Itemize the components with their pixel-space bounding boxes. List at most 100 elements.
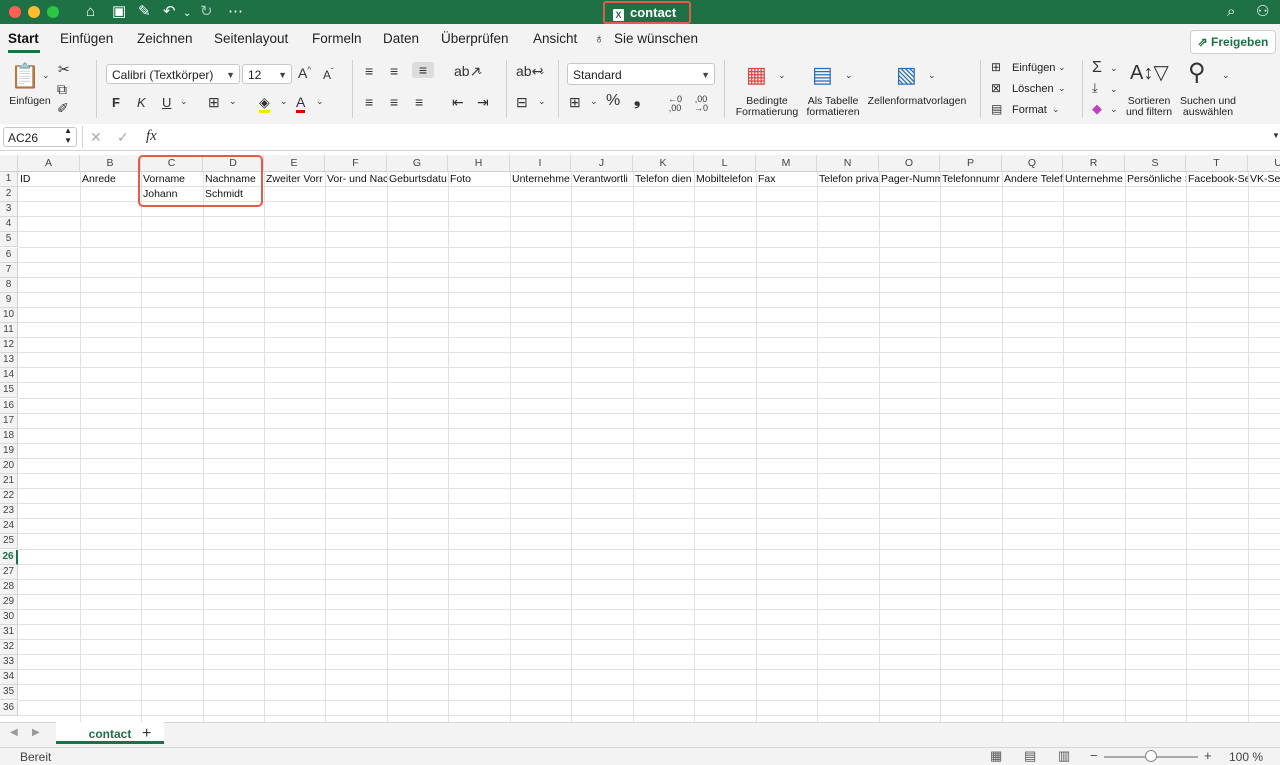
normal-view-icon[interactable]: ▦	[990, 748, 1002, 764]
decrease-font-size-icon[interactable]: Aˇ	[323, 67, 334, 82]
column-header-J[interactable]: J	[571, 155, 633, 171]
name-box[interactable]: AC26 ▲ ▼	[3, 126, 77, 147]
borders-icon[interactable]: ⊞	[208, 94, 220, 111]
row-header-32[interactable]: 32	[0, 640, 18, 656]
row-header-16[interactable]: 16	[0, 398, 18, 414]
minimize-window-button[interactable]	[28, 6, 40, 18]
fill-color-dropdown-icon[interactable]: ⌄	[280, 96, 288, 107]
row-header-1[interactable]: 1	[0, 172, 18, 188]
tab-formulas[interactable]: Formeln	[312, 31, 362, 46]
column-header-H[interactable]: H	[448, 155, 510, 171]
row-header-14[interactable]: 14	[0, 368, 18, 384]
tab-draw[interactable]: Zeichnen	[137, 31, 193, 46]
row-header-9[interactable]: 9	[0, 292, 18, 308]
row-header-5[interactable]: 5	[0, 232, 18, 248]
find-select-button[interactable]: Suchen und auswählen	[1178, 96, 1238, 118]
column-header-O[interactable]: O	[879, 155, 940, 171]
tab-start[interactable]: Start	[8, 31, 39, 46]
add-sheet-button[interactable]: +	[142, 725, 151, 743]
undo-dropdown-icon[interactable]: ⌄	[183, 4, 191, 24]
delete-cells-button[interactable]: Löschen	[1012, 84, 1054, 95]
cell-O1[interactable]: Pager-Numm	[879, 172, 940, 187]
borders-dropdown-icon[interactable]: ⌄	[229, 96, 237, 107]
tab-insert[interactable]: Einfügen	[60, 31, 113, 46]
row-header-2[interactable]: 2	[0, 187, 18, 203]
row-header-33[interactable]: 33	[0, 655, 18, 671]
row-header-31[interactable]: 31	[0, 625, 18, 641]
cell-N1[interactable]: Telefon priva	[817, 172, 879, 187]
sort-filter-icon[interactable]: A↕▽	[1130, 60, 1169, 85]
cell-styles-dropdown-icon[interactable]: ⌄	[928, 70, 936, 81]
cell-U1[interactable]: VK-Sei	[1248, 172, 1280, 187]
delete-cells-icon[interactable]: ⊠	[991, 81, 1001, 95]
currency-dropdown-icon[interactable]: ⌄	[590, 96, 598, 107]
column-header-S[interactable]: S	[1125, 155, 1186, 171]
merge-cells-icon[interactable]: ⊟	[516, 94, 528, 111]
worksheet-grid[interactable]: ABCDEFGHIJKLMNOPQRSTU 1 2 3 4 5 6 7 8 9 10 11 12 13 1…	[0, 155, 1280, 722]
search-icon[interactable]: ⌕	[1227, 2, 1235, 22]
column-header-R[interactable]: R	[1063, 155, 1125, 171]
tab-view[interactable]: Ansicht	[533, 31, 577, 46]
conditional-formatting-icon[interactable]: ▦	[746, 62, 767, 88]
more-icon[interactable]: ⋯	[228, 2, 243, 22]
align-top-icon[interactable]: ≡	[365, 63, 373, 79]
row-header-4[interactable]: 4	[0, 217, 18, 233]
page-break-view-icon[interactable]: ▥	[1058, 748, 1070, 764]
cell-J1[interactable]: Verantwortli	[571, 172, 633, 187]
row-header-10[interactable]: 10	[0, 307, 18, 323]
cell-B1[interactable]: Anrede	[80, 172, 141, 187]
next-sheet-icon[interactable]: ▶	[32, 727, 40, 738]
align-left-icon[interactable]: ≡	[365, 94, 373, 110]
conditional-formatting-button[interactable]: Bedingte Formatierung	[732, 96, 802, 118]
cut-icon[interactable]: ✂	[58, 61, 70, 78]
row-header-26[interactable]: 26	[0, 549, 18, 565]
cell-H1[interactable]: Foto	[448, 172, 510, 187]
close-window-button[interactable]	[9, 6, 21, 18]
zoom-in-button[interactable]: +	[1204, 748, 1212, 763]
page-layout-view-icon[interactable]: ▤	[1024, 748, 1036, 764]
column-header-P[interactable]: P	[940, 155, 1002, 171]
cell-S1[interactable]: Persönliche S	[1125, 172, 1186, 187]
insert-function-icon[interactable]: fx	[146, 128, 157, 145]
cell-L1[interactable]: Mobiltelefon	[694, 172, 756, 187]
wrap-dropdown-icon[interactable]: ⌄	[538, 66, 546, 77]
row-header-34[interactable]: 34	[0, 670, 18, 686]
increase-indent-icon[interactable]: ⇥	[477, 94, 489, 111]
insert-dropdown-icon[interactable]: ⌄	[1058, 62, 1066, 73]
font-name-select[interactable]: Calibri (Textkörper) ▼	[106, 64, 240, 84]
find-select-dropdown-icon[interactable]: ⌄	[1222, 70, 1230, 81]
row-header-35[interactable]: 35	[0, 685, 18, 701]
font-color-icon[interactable]: A	[296, 94, 306, 113]
align-right-icon[interactable]: ≡	[415, 94, 423, 110]
increase-decimal-icon[interactable]: ←0,00	[668, 95, 682, 113]
cell-F1[interactable]: Vor- und Nac	[325, 172, 387, 187]
formula-input[interactable]	[170, 126, 1270, 148]
row-header-12[interactable]: 12	[0, 338, 18, 354]
row-header-25[interactable]: 25	[0, 534, 18, 550]
row-header-17[interactable]: 17	[0, 413, 18, 429]
redo-icon[interactable]: ↻	[200, 2, 213, 22]
row-header-18[interactable]: 18	[0, 428, 18, 444]
cell-G1[interactable]: Geburtsdatu	[387, 172, 448, 187]
column-header-T[interactable]: T	[1186, 155, 1248, 171]
fill-icon[interactable]: ⤓	[1092, 80, 1098, 96]
column-header-F[interactable]: F	[325, 155, 387, 171]
column-header-B[interactable]: B	[80, 155, 141, 171]
italic-button[interactable]: K	[137, 95, 146, 110]
column-header-E[interactable]: E	[264, 155, 325, 171]
cell-E1[interactable]: Zweiter Vorr	[264, 172, 325, 187]
cell-I1[interactable]: Unternehme	[510, 172, 571, 187]
row-header-6[interactable]: 6	[0, 247, 18, 263]
autosum-icon[interactable]: Σ	[1092, 59, 1102, 77]
orientation-dropdown-icon[interactable]: ⌄	[476, 66, 484, 77]
clear-dropdown-icon[interactable]: ⌄	[1110, 104, 1118, 115]
cell-R1[interactable]: Unternehme	[1063, 172, 1125, 187]
column-header-U[interactable]: U	[1248, 155, 1280, 171]
format-cells-icon[interactable]: ▤	[991, 102, 1002, 116]
row-header-21[interactable]: 21	[0, 474, 18, 490]
align-bottom-icon[interactable]: ≡	[412, 62, 434, 78]
cell-P1[interactable]: Telefonnumr	[940, 172, 1002, 187]
decrease-indent-icon[interactable]: ⇤	[452, 94, 464, 111]
row-header-19[interactable]: 19	[0, 443, 18, 459]
save-as-icon[interactable]: ✎	[138, 2, 151, 22]
